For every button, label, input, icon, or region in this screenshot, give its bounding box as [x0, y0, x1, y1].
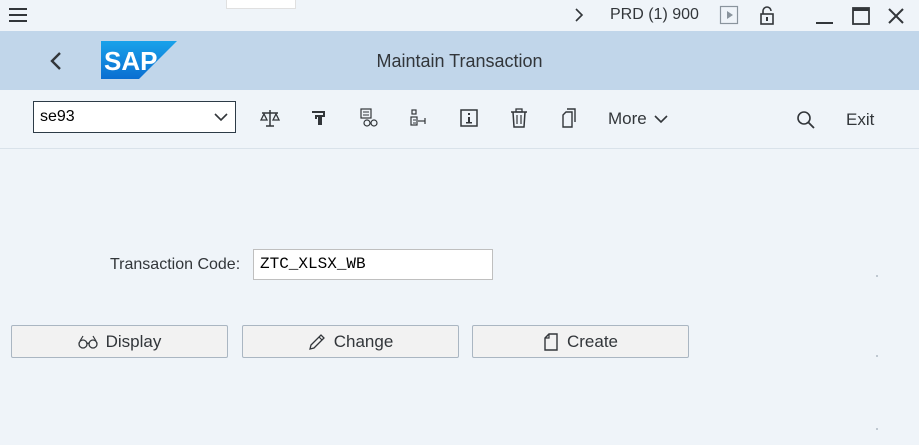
- close-icon[interactable]: [885, 5, 907, 27]
- exit-button[interactable]: Exit: [846, 110, 874, 130]
- glasses-icon: [77, 335, 98, 349]
- display-object-list-icon[interactable]: [358, 107, 380, 129]
- more-button[interactable]: More: [608, 109, 669, 129]
- copy-icon[interactable]: [558, 107, 580, 129]
- divider-dot: [876, 275, 878, 277]
- command-input[interactable]: [40, 106, 200, 128]
- chevron-down-icon[interactable]: [213, 110, 229, 124]
- search-icon[interactable]: [795, 109, 817, 131]
- info-icon[interactable]: [458, 107, 480, 129]
- delete-icon[interactable]: [508, 107, 530, 129]
- change-button-label: Change: [333, 331, 394, 351]
- shell-header: SAP Maintain Transaction: [0, 31, 919, 90]
- transaction-code-field[interactable]: ZTC_XLSX_WB: [253, 249, 493, 280]
- thumbnail-preview: [226, 0, 296, 9]
- maximize-icon[interactable]: [850, 5, 872, 27]
- menu-icon[interactable]: [8, 6, 28, 24]
- create-button[interactable]: Create: [472, 325, 689, 358]
- hierarchy-icon[interactable]: [408, 107, 430, 129]
- page-title: Maintain Transaction: [376, 51, 543, 71]
- unlock-icon[interactable]: [757, 5, 777, 25]
- chevron-right-icon[interactable]: [570, 5, 588, 25]
- top-bar: PRD (1) 900: [0, 0, 919, 31]
- change-button[interactable]: Change: [242, 325, 459, 358]
- system-info: PRD (1) 900: [570, 3, 795, 27]
- display-button[interactable]: Display: [11, 325, 228, 358]
- pencil-icon: [308, 333, 325, 350]
- chevron-down-icon: [654, 115, 668, 124]
- system-label: PRD (1) 900: [610, 6, 699, 23]
- divider-dot: [876, 428, 878, 430]
- more-label: More: [608, 109, 647, 128]
- command-field[interactable]: [33, 101, 236, 133]
- transaction-code-label: Transaction Code:: [110, 256, 241, 273]
- application-toolbar: More Exit: [0, 90, 919, 149]
- play-icon[interactable]: [719, 5, 739, 25]
- compare-icon[interactable]: [259, 107, 281, 129]
- create-button-label: Create: [566, 331, 619, 351]
- document-icon: [544, 332, 558, 351]
- minimize-icon[interactable]: [813, 5, 835, 27]
- divider-dot: [876, 355, 878, 357]
- display-button-label: Display: [105, 331, 162, 351]
- where-used-icon[interactable]: [308, 107, 330, 129]
